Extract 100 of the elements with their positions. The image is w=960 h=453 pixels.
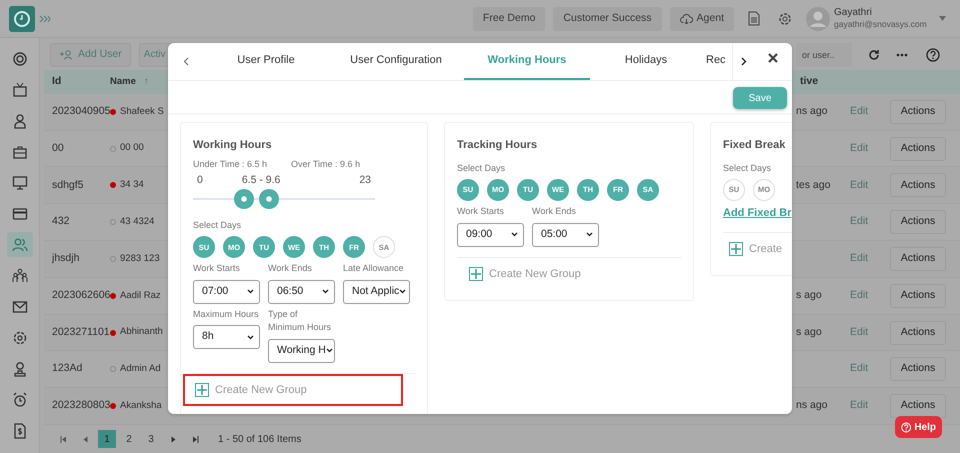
top-button[interactable]: Customer Success (553, 6, 662, 30)
edit-link[interactable]: Edit (850, 326, 868, 338)
add-user-button[interactable]: Add User (50, 42, 131, 67)
tab[interactable]: Holidays (590, 43, 702, 80)
refresh-icon[interactable] (868, 48, 880, 61)
caret-icon (247, 289, 254, 294)
select-field[interactable]: 05:00 (532, 222, 599, 246)
actions-button[interactable]: Actions (890, 394, 946, 418)
plus-icon (469, 266, 483, 281)
document-icon[interactable] (748, 11, 760, 26)
range-max: 23 (359, 173, 371, 188)
actions-button[interactable]: Actions (890, 284, 946, 308)
actions-button[interactable]: Actions (890, 320, 946, 345)
more-icon[interactable] (896, 52, 908, 57)
actions-button[interactable]: Actions (890, 357, 946, 382)
caret-icon (247, 334, 254, 340)
plus-icon (195, 383, 209, 397)
actions-button[interactable]: Actions (890, 136, 946, 161)
caret-icon (586, 232, 593, 237)
top-button[interactable]: Free Demo (472, 6, 546, 30)
edit-link[interactable]: Edit (850, 215, 868, 228)
select-field[interactable]: 8h (193, 325, 260, 350)
select-field[interactable]: 06:50 (268, 280, 335, 304)
caret-icon (511, 232, 518, 237)
card-title: Working Hours (193, 138, 273, 153)
table-cell-text: jhsdjh (50, 251, 80, 266)
edit-link[interactable]: Edit (850, 178, 868, 190)
caret-icon[interactable] (939, 16, 946, 21)
cloud-icon (680, 14, 693, 24)
tab[interactable]: User Configuration (328, 43, 464, 80)
field-label: Work Starts (193, 262, 241, 276)
card-title: Fixed Break (723, 138, 786, 153)
table-cell-text: Abhinanth (120, 325, 163, 340)
edit-link[interactable]: Edit (850, 252, 868, 264)
user-email: gayathri@snovasys.com (834, 19, 928, 31)
select-field[interactable]: Working H (268, 338, 335, 363)
range-min: 0 (197, 173, 203, 188)
page-button[interactable]: 2 (120, 430, 138, 448)
sort-arrow[interactable]: ↑ (144, 74, 149, 90)
edit-link[interactable]: Edit (850, 288, 868, 301)
field-label: Work Ends (532, 205, 577, 218)
field-label: Type of Minimum Hours (268, 308, 332, 334)
page-button[interactable]: 3 (142, 430, 160, 448)
field-label: Select Days (457, 162, 506, 175)
slider-thumb[interactable] (259, 188, 280, 209)
edit-link[interactable]: Edit (850, 142, 868, 154)
column-header[interactable]: Name (110, 74, 136, 90)
agent-button[interactable]: Agent (670, 6, 734, 30)
table-cell-text: 2023040905 (51, 104, 110, 119)
edit-link[interactable]: Edit (850, 399, 868, 412)
table-cell: s ago (796, 288, 822, 301)
actions-button[interactable]: Actions (890, 246, 946, 271)
column-header[interactable]: Id (52, 74, 62, 90)
table-cell: Shafeek S (120, 104, 164, 119)
field-label: Select Days (193, 218, 242, 232)
table-cell: 43 4324 (120, 215, 154, 230)
select-field[interactable]: 09:00 (457, 222, 524, 246)
search-field[interactable]: or user.. (796, 42, 852, 67)
filter-button[interactable]: Activ (138, 42, 173, 67)
create-group-button[interactable]: Create (723, 232, 792, 265)
table-cell-text: 2023271101 (51, 324, 110, 340)
caret-icon (326, 348, 333, 354)
field-label: Select Days (723, 162, 772, 175)
add-user-icon (59, 50, 73, 60)
card-title: Tracking Hours (457, 138, 538, 153)
table-cell: tes ago (796, 178, 830, 190)
table-cell: Akanksha (120, 399, 162, 414)
select-field[interactable]: 07:00 (193, 280, 260, 304)
table-cell: 34 34 (120, 178, 144, 192)
actions-button[interactable]: Actions (890, 173, 946, 198)
over-time-label: Over Time : 9.6 h (291, 158, 360, 170)
slider-thumb[interactable] (234, 188, 254, 209)
add-fixed-break-link[interactable]: Add Fixed Br (723, 205, 792, 222)
column-header[interactable]: tive (800, 74, 818, 90)
under-time-label: Under Time : 6.5 h (193, 158, 268, 170)
tab[interactable]: User Profile (204, 43, 328, 80)
save-button[interactable]: Save (733, 87, 787, 109)
actions-button[interactable]: Actions (890, 210, 946, 234)
tab[interactable]: Rec (706, 43, 732, 80)
table-cell: s ago (796, 326, 822, 338)
create-group-button[interactable]: Create New Group (183, 374, 403, 406)
edit-link[interactable]: Edit (850, 104, 868, 117)
logo-icon[interactable] (9, 6, 35, 32)
table-cell-text: 2023062606 (51, 288, 110, 303)
field-label: Late Allowance (343, 262, 405, 276)
help-icon[interactable] (926, 48, 940, 62)
table-cell: ns ago (796, 399, 828, 412)
page-button[interactable]: 1 (98, 430, 116, 448)
plus-icon (729, 242, 743, 256)
create-group-button[interactable]: Create New Group (457, 258, 681, 290)
field-label: Work Starts (457, 205, 505, 218)
edit-link[interactable]: Edit (850, 362, 868, 374)
field-label: Maximum Hours (193, 308, 260, 321)
caret-icon (399, 289, 406, 294)
select-field[interactable]: Not Applic (343, 280, 410, 304)
help-button[interactable]: Help (895, 416, 942, 438)
close-icon[interactable] (768, 53, 778, 63)
settings-icon[interactable] (778, 12, 792, 26)
tab[interactable]: Working Hours (464, 43, 590, 80)
actions-button[interactable]: Actions (890, 100, 946, 124)
